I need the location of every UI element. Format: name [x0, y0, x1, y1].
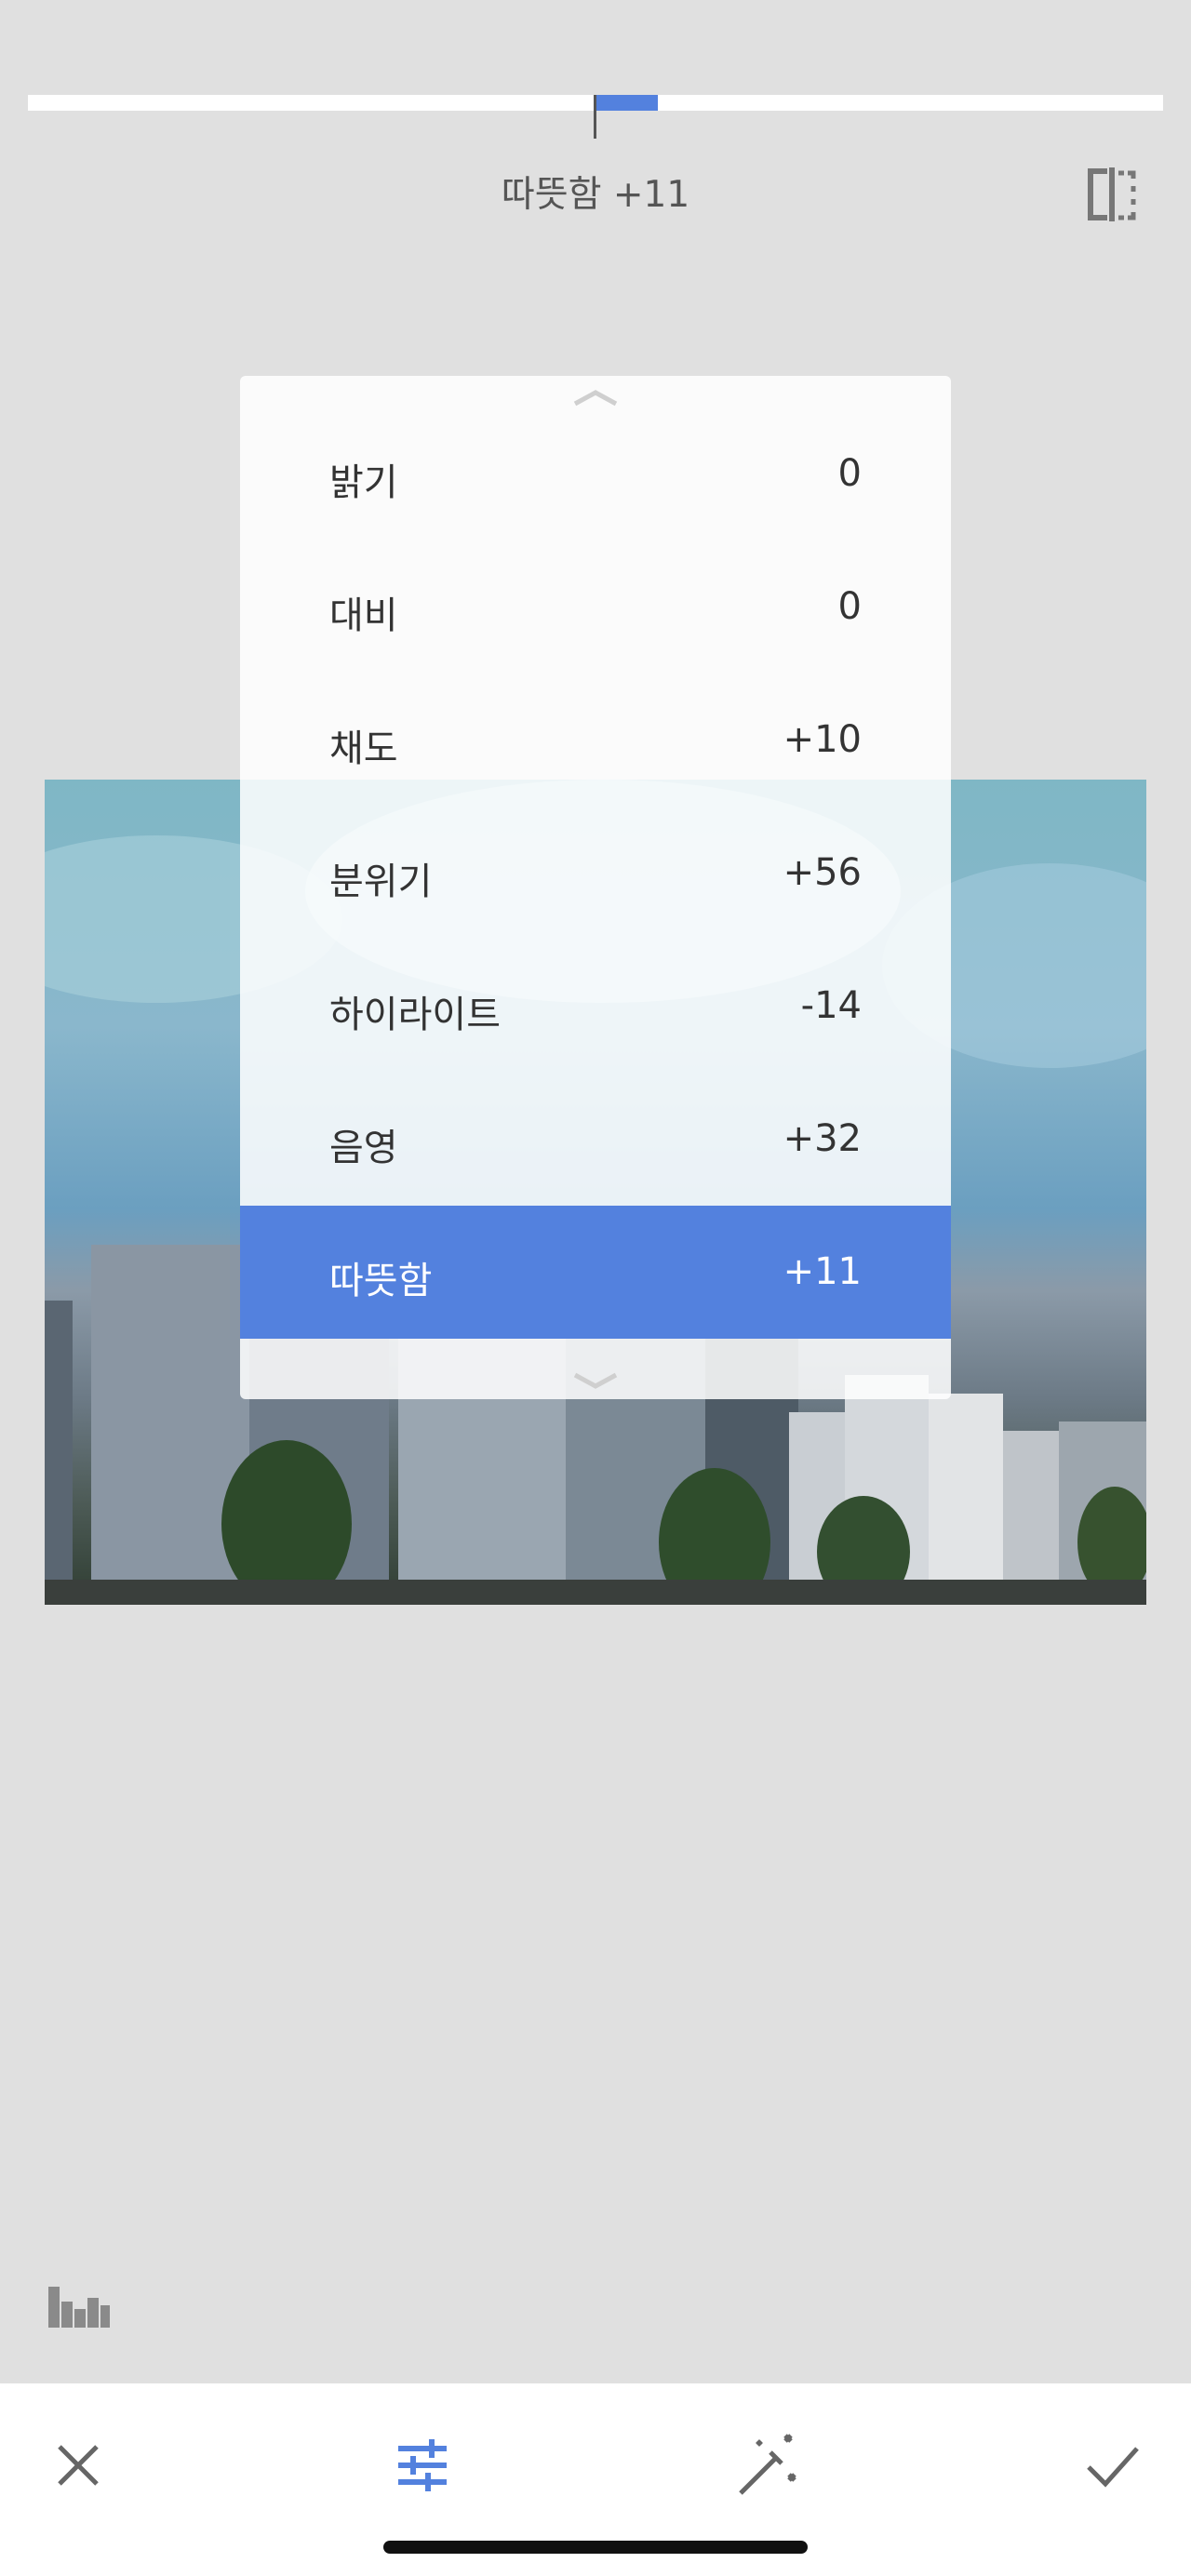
histogram-icon[interactable]	[48, 2281, 110, 2328]
menu-item-value: -14	[800, 984, 862, 1027]
menu-item-value: 0	[837, 452, 862, 495]
menu-item[interactable]: 하이라이트 -14	[240, 940, 951, 1073]
menu-item[interactable]: 따뜻함 +11	[240, 1206, 951, 1339]
slider-fill	[596, 95, 659, 111]
menu-item-value: +56	[783, 851, 862, 894]
magic-wand-icon[interactable]	[729, 2428, 804, 2503]
menu-item-value: 0	[837, 585, 862, 628]
home-indicator	[383, 2541, 808, 2554]
menu-item[interactable]: 분위기 +56	[240, 807, 951, 940]
menu-item-value: +11	[783, 1250, 862, 1293]
menu-item[interactable]: 채도 +10	[240, 674, 951, 807]
menu-item-value: +10	[783, 718, 862, 761]
menu-item-label: 하이라이트	[329, 994, 501, 1036]
close-icon[interactable]	[41, 2428, 115, 2503]
menu-item-label: 밝기	[329, 461, 398, 504]
slider-center-marker	[594, 95, 596, 139]
check-icon[interactable]	[1076, 2428, 1150, 2503]
menu-item-label: 대비	[329, 594, 398, 637]
compare-split-icon[interactable]	[1085, 167, 1139, 221]
menu-item-value: +32	[783, 1117, 862, 1160]
menu-item-label: 따뜻함	[329, 1260, 433, 1302]
menu-item[interactable]: 밝기 0	[240, 407, 951, 541]
chevron-down-icon[interactable]	[240, 1369, 951, 1392]
chevron-up-icon[interactable]	[240, 387, 951, 409]
menu-item-label: 채도	[329, 727, 398, 770]
menu-item[interactable]: 음영 +32	[240, 1073, 951, 1206]
menu-item[interactable]: 대비 0	[240, 541, 951, 674]
menu-item-label: 분위기	[329, 861, 433, 903]
menu-item-label: 음영	[329, 1127, 398, 1169]
adjustment-menu: 밝기 0 대비 0 채도 +10 분위기 +56 하이라이트 -14 음영 +32 따뜻함 +11	[240, 376, 951, 1399]
adjustment-status-label: 따뜻함 +11	[501, 174, 690, 216]
sliders-icon[interactable]	[385, 2428, 460, 2503]
